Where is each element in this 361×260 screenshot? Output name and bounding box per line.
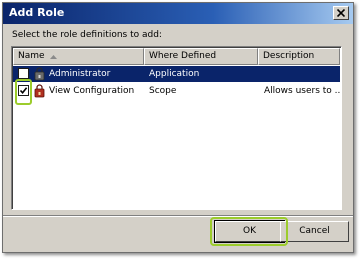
row-checkbox[interactable] (18, 68, 29, 79)
name-cell: Administrator (13, 66, 144, 82)
close-button[interactable] (333, 6, 349, 20)
divider (3, 215, 353, 217)
ok-button-highlight (210, 217, 288, 246)
column-header-label: Where Defined (149, 51, 217, 61)
where-defined-cell: Scope (149, 86, 177, 96)
role-name: Administrator (49, 69, 111, 79)
role-icon (34, 67, 45, 81)
role-name: View Configuration (49, 86, 135, 96)
where-defined-cell: Application (149, 69, 200, 79)
sort-ascending-icon (50, 55, 57, 59)
table-row[interactable]: View Configuration Scope Allows users to… (13, 83, 340, 99)
column-header-description[interactable]: Description (258, 48, 340, 65)
description-cell: Allows users to ... (264, 86, 340, 96)
cancel-button[interactable]: Cancel (280, 221, 349, 242)
add-role-dialog: Add Role Select the role definitions to … (2, 2, 354, 253)
checkbox-highlight (15, 79, 32, 105)
instruction-text: Select the role definitions to add: (12, 30, 162, 40)
title-bar[interactable]: Add Role (3, 3, 353, 24)
role-icon (34, 84, 45, 98)
name-cell: View Configuration (13, 83, 144, 99)
column-header-name[interactable]: Name (13, 48, 144, 65)
description-cell (258, 66, 340, 82)
table-row[interactable]: Administrator Application (13, 66, 340, 82)
column-header-where-defined[interactable]: Where Defined (144, 48, 258, 65)
column-header-label: Name (18, 51, 45, 61)
dialog-title: Add Role (9, 6, 65, 19)
role-list[interactable]: Name Where Defined Description Administr… (11, 46, 342, 210)
column-header-label: Description (263, 51, 315, 61)
list-header: Name Where Defined Description (13, 48, 340, 65)
close-icon (337, 9, 345, 17)
